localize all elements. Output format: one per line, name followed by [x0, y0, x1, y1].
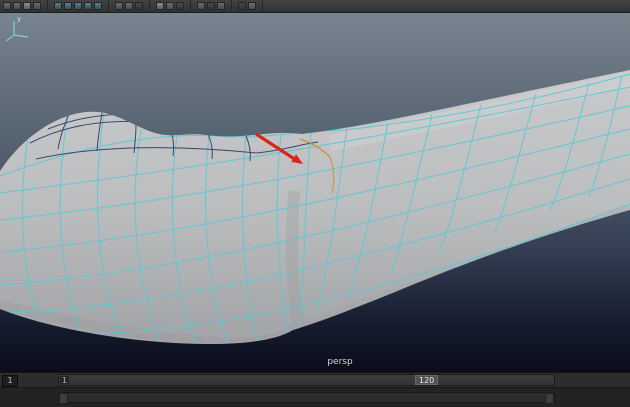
symmetry-icon[interactable]	[217, 2, 225, 10]
frame-start-label: 1	[60, 376, 70, 385]
ipr-render-icon[interactable]	[166, 2, 174, 10]
range-bar[interactable]	[58, 392, 555, 404]
axis-y-label: y	[17, 15, 21, 23]
toolbar-group	[191, 0, 232, 13]
paint-effects-icon[interactable]	[197, 2, 205, 10]
selection-mask-icon[interactable]	[3, 2, 11, 10]
status-line-toolbar	[0, 0, 630, 13]
snap-grid-icon[interactable]	[54, 2, 62, 10]
render-settings-icon[interactable]	[176, 2, 184, 10]
camera-name-label: persp	[327, 357, 353, 367]
snap-point-icon[interactable]	[74, 2, 82, 10]
view-axis-gizmo[interactable]: y	[0, 13, 36, 43]
construction-history-icon[interactable]	[135, 2, 143, 10]
field-entry-icon[interactable]	[238, 2, 246, 10]
render-frame-icon[interactable]	[156, 2, 164, 10]
time-ruler[interactable]: 1 120	[58, 374, 555, 386]
range-handle-start[interactable]	[59, 393, 68, 404]
time-slider[interactable]: 1 1 120	[0, 372, 630, 387]
snap-plane-icon[interactable]	[84, 2, 92, 10]
toolbar-group	[48, 0, 109, 13]
frame-end-label: 120	[415, 375, 439, 385]
absolute-transform-icon[interactable]	[248, 2, 256, 10]
object-mode-icon[interactable]	[23, 2, 31, 10]
current-frame-field[interactable]: 1	[2, 375, 18, 387]
toolbar-group	[3, 0, 48, 13]
toolbox-icon[interactable]	[207, 2, 215, 10]
range-slider[interactable]	[0, 387, 630, 407]
perspective-viewport[interactable]: y persp	[0, 13, 630, 372]
range-handle-end[interactable]	[545, 393, 554, 404]
current-frame-value: 1	[7, 376, 13, 385]
input-connections-icon[interactable]	[115, 2, 123, 10]
toolbar-group	[150, 0, 191, 13]
snap-view-icon[interactable]	[94, 2, 102, 10]
snap-curve-icon[interactable]	[64, 2, 72, 10]
output-connections-icon[interactable]	[125, 2, 133, 10]
toolbar-group	[109, 0, 150, 13]
maya-window: y persp 1 1 120	[0, 0, 630, 407]
hierarchy-mode-icon[interactable]	[13, 2, 21, 10]
toolbar-icons	[3, 0, 263, 13]
component-mode-icon[interactable]	[33, 2, 41, 10]
toolbar-group	[232, 0, 263, 13]
viewport-canvas	[0, 70, 630, 345]
